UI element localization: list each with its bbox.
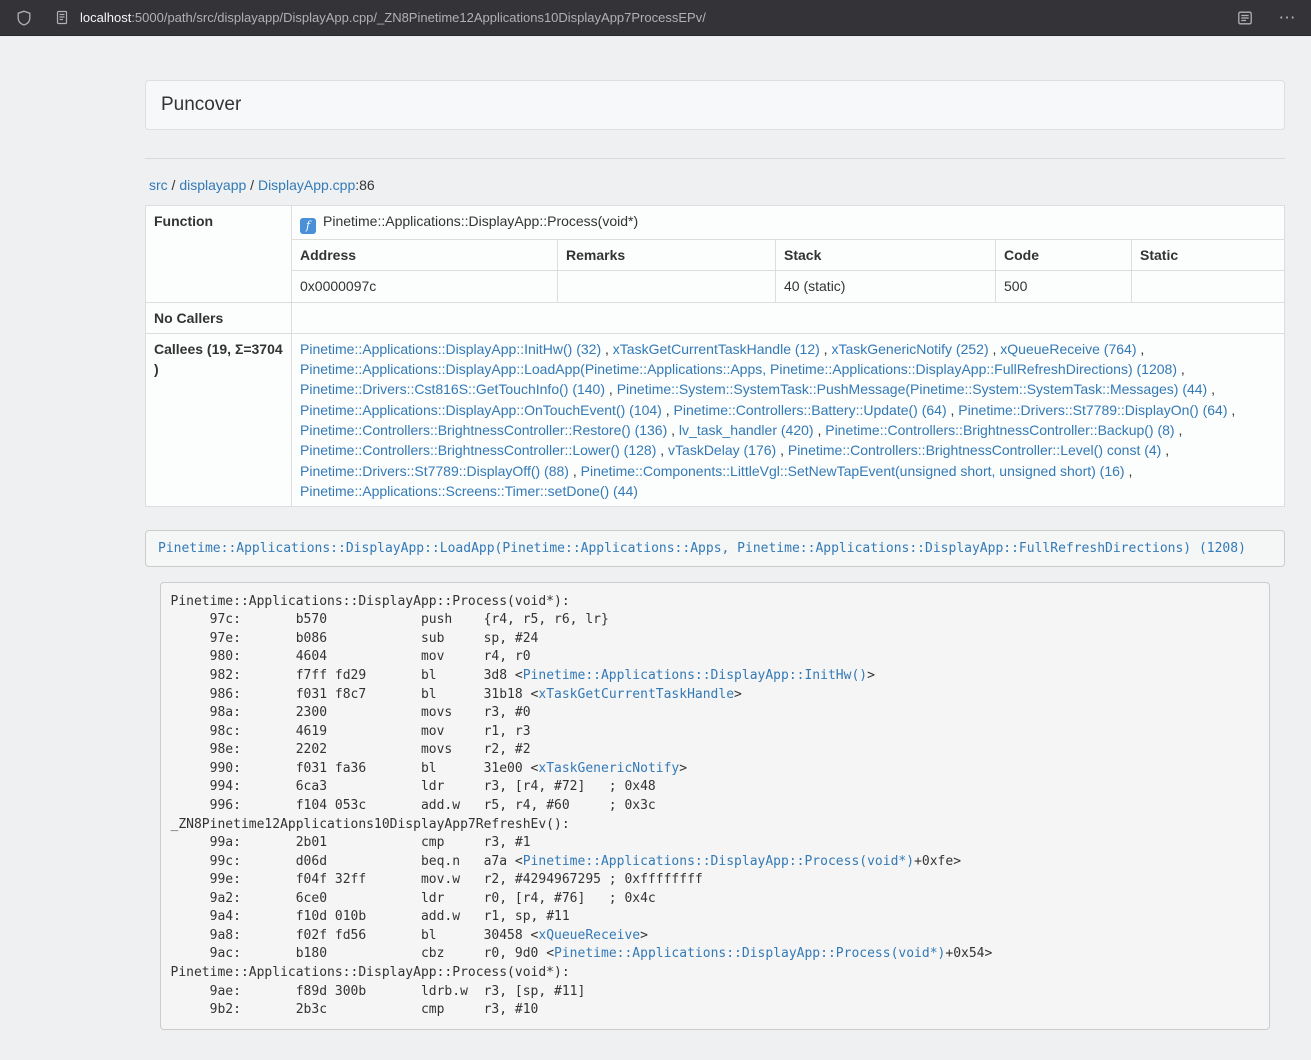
callee-link[interactable]: Pinetime::Controllers::BrightnessControl…	[825, 422, 1174, 438]
function-table: Function fPinetime::Applications::Displa…	[145, 205, 1285, 507]
code-value: 500	[996, 271, 1132, 302]
browser-toolbar: localhost:5000/path/src/displayapp/Displ…	[0, 0, 1311, 36]
callee-link[interactable]: Pinetime::Controllers::BrightnessControl…	[300, 422, 667, 438]
divider	[145, 158, 1285, 159]
callee-link[interactable]: Pinetime::Drivers::St7789::DisplayOn() (…	[958, 402, 1227, 418]
callee-link[interactable]: Pinetime::Applications::DisplayApp::Init…	[300, 341, 601, 357]
breadcrumb-line-number: :86	[355, 177, 374, 193]
code-symbol-link[interactable]: Pinetime::Applications::DisplayApp::Proc…	[523, 854, 914, 869]
page-title: Puncover	[161, 94, 1269, 116]
metrics-header-row: Address Remarks Stack Code Static	[146, 240, 1285, 271]
url-bar[interactable]: localhost:5000/path/src/displayapp/Displ…	[52, 4, 1219, 32]
callees-list: Pinetime::Applications::DisplayApp::Init…	[292, 333, 1285, 506]
code-symbol-link[interactable]: Pinetime::Applications::DisplayApp::Proc…	[554, 946, 945, 961]
callee-link[interactable]: xTaskGetCurrentTaskHandle (12)	[613, 341, 820, 357]
remarks-value	[558, 271, 776, 302]
column-static: Static	[1132, 240, 1285, 271]
reader-view-icon[interactable]	[1235, 8, 1255, 28]
stack-value: 40 (static)	[776, 271, 996, 302]
callee-link[interactable]: Pinetime::Controllers::BrightnessControl…	[788, 442, 1161, 458]
code-symbol-link[interactable]: Pinetime::Applications::DisplayApp::Init…	[523, 668, 867, 683]
address-value: 0x0000097c	[292, 271, 558, 302]
callee-link[interactable]: Pinetime::Controllers::Battery::Update()…	[674, 402, 947, 418]
code-symbol-link[interactable]: xTaskGenericNotify	[538, 761, 679, 776]
callee-link[interactable]: Pinetime::Controllers::BrightnessControl…	[300, 442, 656, 458]
disassembly-section: Pinetime::Applications::DisplayApp::Proc…	[160, 582, 1270, 1030]
code-symbol-link[interactable]: xQueueReceive	[538, 928, 640, 943]
breadcrumb-link[interactable]: src	[149, 177, 168, 193]
callee-link[interactable]: xQueueReceive (764)	[1000, 341, 1136, 357]
metrics-value-row: 0x0000097c 40 (static) 500	[146, 271, 1285, 302]
callee-link[interactable]: lv_task_handler (420)	[679, 422, 814, 438]
callee-link[interactable]: xTaskGenericNotify (252)	[831, 341, 988, 357]
callees-row: Callees (19, Σ=3704 ) Pinetime::Applicat…	[146, 333, 1285, 506]
callee-link[interactable]: Pinetime::Drivers::Cst816S::GetTouchInfo…	[300, 381, 605, 397]
code-symbol-link[interactable]: xTaskGetCurrentTaskHandle	[538, 687, 734, 702]
toolbar-right: ⋯	[1235, 8, 1297, 28]
highlighted-symbol-link[interactable]: Pinetime::Applications::DisplayApp::Load…	[158, 541, 1246, 556]
url-host: localhost	[80, 10, 131, 25]
highlighted-symbol-box: Pinetime::Applications::DisplayApp::Load…	[145, 530, 1285, 567]
breadcrumb-separator: /	[168, 177, 180, 193]
overflow-menu-icon[interactable]: ⋯	[1277, 8, 1297, 28]
column-code: Code	[996, 240, 1132, 271]
column-address: Address	[292, 240, 558, 271]
app-header-panel: Puncover	[145, 80, 1285, 130]
static-value	[1132, 271, 1285, 302]
callees-label: Callees (19, Σ=3704 )	[146, 333, 292, 506]
url-text: localhost:5000/path/src/displayapp/Displ…	[80, 10, 706, 25]
disassembly-pre: Pinetime::Applications::DisplayApp::Proc…	[160, 582, 1270, 1030]
column-remarks: Remarks	[558, 240, 776, 271]
breadcrumb-separator: /	[246, 177, 258, 193]
function-name: Pinetime::Applications::DisplayApp::Proc…	[323, 213, 638, 229]
url-path: :5000/path/src/displayapp/DisplayApp.cpp…	[131, 10, 706, 25]
callee-link[interactable]: vTaskDelay (176)	[668, 442, 776, 458]
callee-link[interactable]: Pinetime::Applications::Screens::Timer::…	[300, 483, 638, 499]
callee-link[interactable]: Pinetime::Applications::DisplayApp::OnTo…	[300, 402, 662, 418]
breadcrumb-link[interactable]: displayapp	[179, 177, 246, 193]
no-callers-cell	[292, 302, 1285, 333]
no-callers-row: No Callers	[146, 302, 1285, 333]
callee-link[interactable]: Pinetime::Components::LittleVgl::SetNewT…	[581, 463, 1125, 479]
breadcrumb: src / displayapp / DisplayApp.cpp:86	[149, 177, 1285, 193]
callee-link[interactable]: Pinetime::Drivers::St7789::DisplayOff() …	[300, 463, 569, 479]
column-stack: Stack	[776, 240, 996, 271]
no-callers-label: No Callers	[146, 302, 292, 333]
main-content: Puncover src / displayapp / DisplayApp.c…	[145, 36, 1285, 1030]
function-name-cell: f Pinetime::Applications::DisplayApp::Pro…	[292, 206, 1285, 240]
shield-icon[interactable]	[14, 8, 34, 28]
callee-link[interactable]: Pinetime::Applications::DisplayApp::Load…	[300, 361, 1177, 377]
function-row-label: Function	[146, 206, 292, 303]
function-row: Function fPinetime::Applications::Displa…	[146, 206, 1285, 240]
function-icon: f	[300, 218, 316, 234]
callee-link[interactable]: Pinetime::System::SystemTask::PushMessag…	[617, 381, 1208, 397]
page-icon	[52, 8, 72, 28]
breadcrumb-link[interactable]: DisplayApp.cpp	[258, 177, 355, 193]
